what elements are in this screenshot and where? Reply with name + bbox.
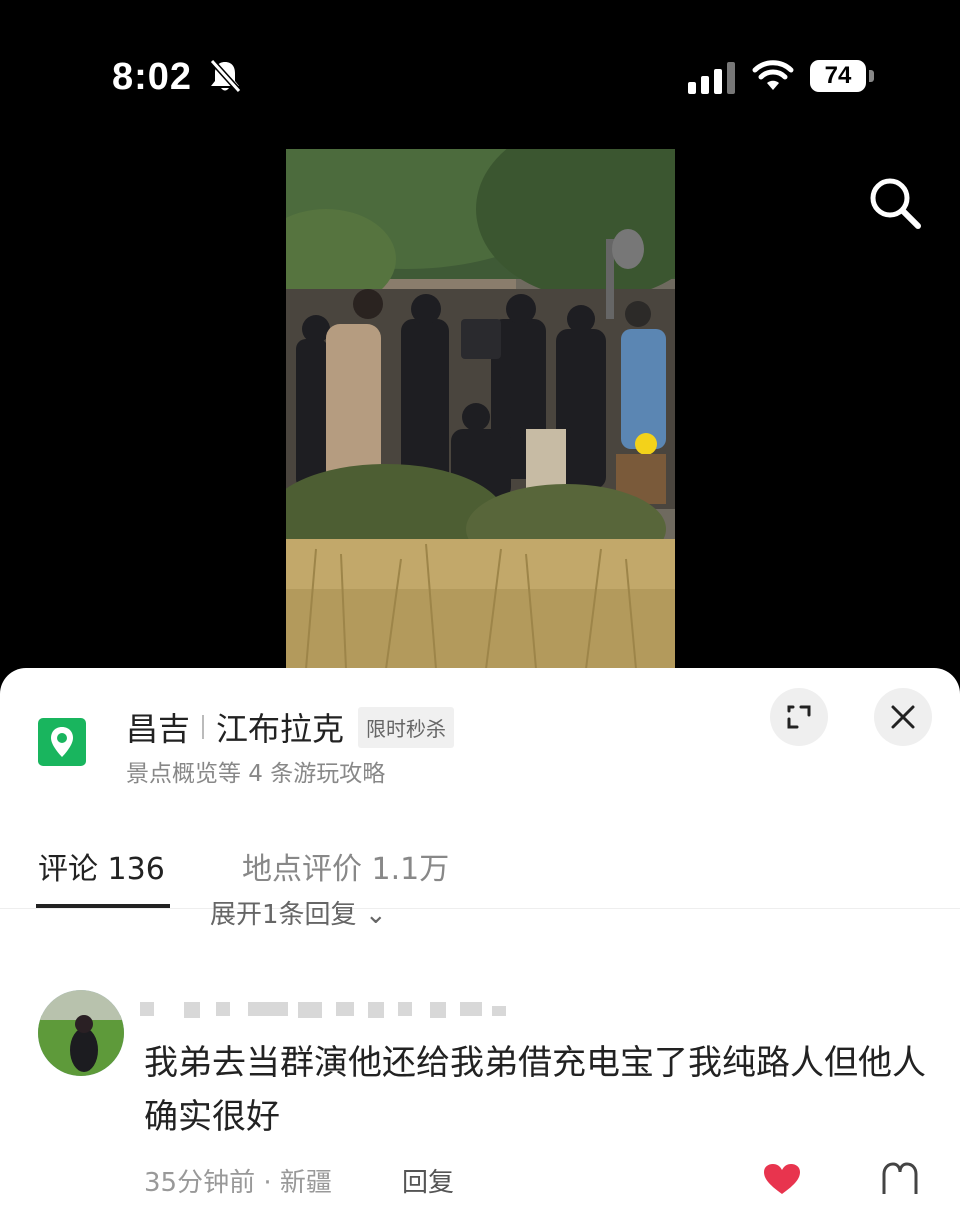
battery-indicator: 74 [810, 60, 866, 92]
status-bar: 8:02 74 [0, 0, 960, 150]
username-redacted[interactable] [140, 994, 520, 1024]
title-divider [202, 715, 205, 739]
chevron-down-icon: ⌄ [364, 900, 387, 930]
cellular-signal-icon [688, 62, 735, 94]
comment-text: 我弟去当群演他还给我弟借充电宝了我纯路人但他人确实很好 [144, 1043, 926, 1137]
location-guide-summary[interactable]: 景点概览等 4 条游玩攻略 [126, 754, 385, 788]
heart-icon[interactable] [762, 1162, 802, 1196]
flash-sale-badge[interactable]: 限时秒杀 [358, 706, 455, 748]
tab-comments[interactable]: 评论 136 [38, 844, 165, 888]
expand-icon [787, 705, 811, 729]
location-comment-sheet: 昌吉 江布拉克 限时秒杀 景点概览等 4 条游玩攻略 评论 136 地点评价 1… [0, 668, 960, 1214]
wifi-icon [752, 60, 794, 90]
location-city: 昌吉 [126, 710, 191, 748]
location-pin-icon [38, 718, 86, 766]
avatar[interactable] [38, 990, 124, 1076]
location-place: 江布拉克 [216, 710, 345, 748]
dislike-icon[interactable] [880, 1162, 920, 1196]
expand-replies-label: 展开1条回复 [210, 900, 357, 930]
location-title[interactable]: 昌吉 江布拉克 限时秒杀 [126, 704, 455, 750]
close-icon [891, 705, 915, 729]
video-frame[interactable] [286, 149, 675, 669]
comment-meta: 35分钟前 · 新疆 [144, 1168, 332, 1198]
active-tab-indicator [36, 904, 170, 908]
search-icon[interactable] [866, 174, 924, 232]
battery-tip [869, 70, 874, 82]
reply-button[interactable]: 回复 [402, 1162, 454, 1199]
tab-place-reviews[interactable]: 地点评价 1.1万 [242, 844, 449, 888]
video-scene-image [286, 149, 675, 669]
status-time: 8:02 [112, 56, 193, 98]
close-button[interactable] [874, 688, 932, 746]
expand-button[interactable] [770, 688, 828, 746]
bell-muted-icon [209, 58, 242, 94]
expand-replies-link[interactable]: 展开1条回复 ⌄ [210, 894, 387, 931]
tab-bar: 评论 136 地点评价 1.1万 [0, 836, 960, 909]
